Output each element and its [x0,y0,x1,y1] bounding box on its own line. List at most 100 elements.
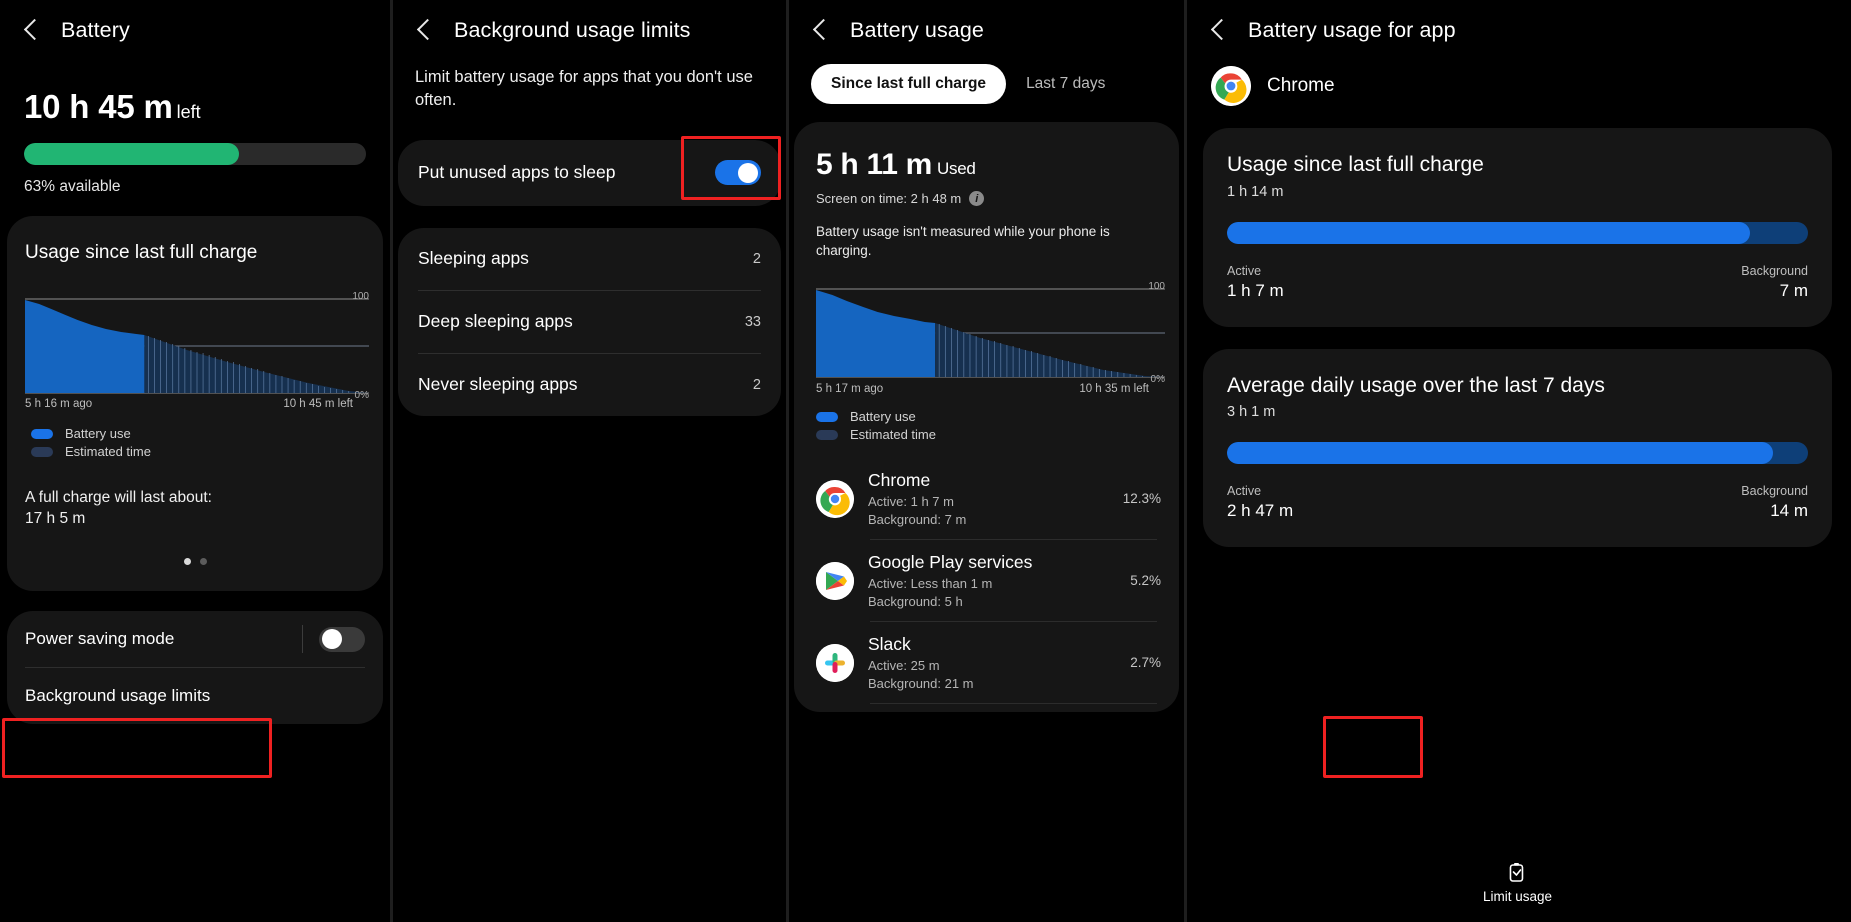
app-active: Active: 1 h 7 m [868,494,954,510]
app-percent: 12.3% [1122,491,1161,507]
active-value: 2 h 47 m [1227,501,1294,521]
app-percent: 5.2% [1130,573,1161,589]
battery-used-unit: Used [937,159,976,178]
list-item[interactable]: Google Play services Active: Less than 1… [794,540,1179,621]
full-charge-info: A full charge will last about: 17 h 5 m [25,489,383,528]
highlight-limit-usage [1323,716,1423,778]
legend-swatch-battery-use [31,428,53,439]
row-background-usage-limits[interactable]: Background usage limits [7,668,383,724]
sleeping-apps-label: Sleeping apps [418,248,529,269]
legend-item: Battery use [816,409,1179,424]
legend-swatch-estimated-time [31,446,53,457]
legend-item: Battery use [31,426,383,441]
row-sleeping-apps[interactable]: Sleeping apps 2 [398,228,781,290]
average-daily-usage-card: Average daily usage over the last 7 days… [1203,348,1832,548]
app-name: Slack [868,634,911,655]
card-subtitle: 3 h 1 m [1227,404,1276,421]
limit-usage-button[interactable]: Limit usage [1483,861,1552,904]
time-range-tabs: Since last full charge Last 7 days [811,64,1184,104]
chevron-left-icon[interactable] [22,16,44,44]
full-charge-label: A full charge will last about: [25,489,212,506]
battery-used-value: 5 h 11 m [816,148,933,181]
page-title: Battery usage [850,17,984,42]
row-never-sleeping-apps[interactable]: Never sleeping apps 2 [398,354,781,416]
row-separator [302,625,303,653]
panel2-header: Background usage limits [393,0,786,44]
list-item[interactable]: Slack Active: 25 m Background: 21 m 2.7% [794,622,1179,703]
card-title: Average daily usage over the last 7 days [1227,373,1605,397]
tab-since-last-full-charge[interactable]: Since last full charge [811,64,1007,104]
highlight-background-usage-limits [2,718,272,778]
chart-axis-bottom-label: 0% [1150,374,1165,386]
battery-usage-chart: 100 0% [816,281,1165,385]
put-unused-apps-toggle[interactable] [715,160,761,186]
page-title: Battery usage for app [1248,17,1456,42]
chart-x-left-label: 5 h 16 m ago [25,398,93,410]
panel-battery-usage: Battery usage Since last full charge Las… [786,0,1184,922]
background-value: 14 m [1770,501,1808,521]
active-label: Active [1227,484,1262,499]
charging-note: Battery usage isn't measured while your … [816,224,1110,259]
card-title: Usage since last full charge [1227,153,1484,176]
background-usage-limits-label: Background usage limits [25,686,211,705]
battery-available-text: 63% available [24,178,121,195]
app-active: Active: 25 m [868,658,940,674]
background-block: Background 7 m [1741,264,1808,301]
chart-legend: Battery use Estimated time [31,426,383,459]
app-name: Chrome [1267,75,1335,96]
chevron-left-icon[interactable] [811,16,833,44]
battery-remaining-value: 10 h 45 m [24,88,173,125]
put-unused-apps-card: Put unused apps to sleep [398,139,781,206]
chart-x-left-label: 5 h 17 m ago [816,383,884,396]
list-item[interactable]: Chrome Active: 1 h 7 m Background: 7 m 1… [794,458,1179,539]
row-deep-sleeping-apps[interactable]: Deep sleeping apps 33 [398,291,781,353]
app-header: Chrome [1187,44,1848,106]
usage-card-title: Usage since last full charge [25,242,258,263]
battery-level-bar [24,143,366,165]
full-charge-value: 17 h 5 m [25,510,86,527]
app-background: Background: 7 m [868,512,967,528]
tab-last-7-days[interactable]: Last 7 days [1006,64,1125,104]
usage-since-last-full-charge-card: Usage since last full charge 1 h 14 m Ac… [1203,128,1832,327]
usage-card[interactable]: Usage since last full charge 100 0% 5 h … [7,216,383,591]
page-indicator[interactable] [7,528,383,591]
panel4-header: Battery usage for app [1187,0,1848,44]
card-subtitle: 1 h 14 m [1227,183,1284,200]
screen-on-time-row: Screen on time: 2 h 48 m i [794,182,1179,206]
legend-item: Estimated time [816,427,1179,442]
page-dot-1[interactable] [183,558,191,565]
legend-label: Estimated time [850,427,936,443]
app-meta: Google Play services Active: Less than 1… [868,552,1116,609]
legend-swatch-estimated-time [816,429,838,440]
never-sleeping-apps-count: 2 [752,376,761,393]
screenshot-strip: Battery 10 h 45 m left 63% available Usag… [0,0,1851,922]
app-meta: Chrome Active: 1 h 7 m Background: 7 m [868,470,1109,527]
active-value: 1 h 7 m [1227,280,1284,300]
legend-item: Estimated time [31,444,383,459]
panel-battery: Battery 10 h 45 m left 63% available Usag… [0,0,390,922]
usage-bar-fill [1227,221,1750,244]
row-put-unused-apps-to-sleep[interactable]: Put unused apps to sleep [398,140,781,206]
battery-remaining-unit: left [176,102,201,122]
battery-settings-card: Power saving mode Background usage limit… [7,611,383,724]
chevron-left-icon[interactable] [1209,16,1231,44]
page-dot-2[interactable] [199,558,207,565]
usage-breakdown: Active 2 h 47 m Background 14 m [1227,484,1808,521]
app-active: Active: Less than 1 m [868,576,993,592]
chart-x-right-label: 10 h 45 m left [283,398,353,410]
chrome-icon [816,479,854,518]
power-saving-mode-toggle[interactable] [319,626,365,652]
row-power-saving-mode[interactable]: Power saving mode [7,611,383,667]
app-background: Background: 5 h [868,594,963,610]
background-label: Background [1741,263,1808,278]
info-icon[interactable]: i [969,191,985,206]
slack-icon [816,643,854,682]
battery-usage-chart-svg [816,288,1165,378]
page-title: Background usage limits [454,17,691,42]
chevron-left-icon[interactable] [415,16,437,44]
active-block: Active 1 h 7 m [1227,264,1284,301]
app-percent: 2.7% [1130,655,1161,671]
never-sleeping-apps-label: Never sleeping apps [418,374,578,395]
deep-sleeping-apps-label: Deep sleeping apps [418,311,573,332]
panel-background-usage-limits: Background usage limits Limit battery us… [390,0,786,922]
